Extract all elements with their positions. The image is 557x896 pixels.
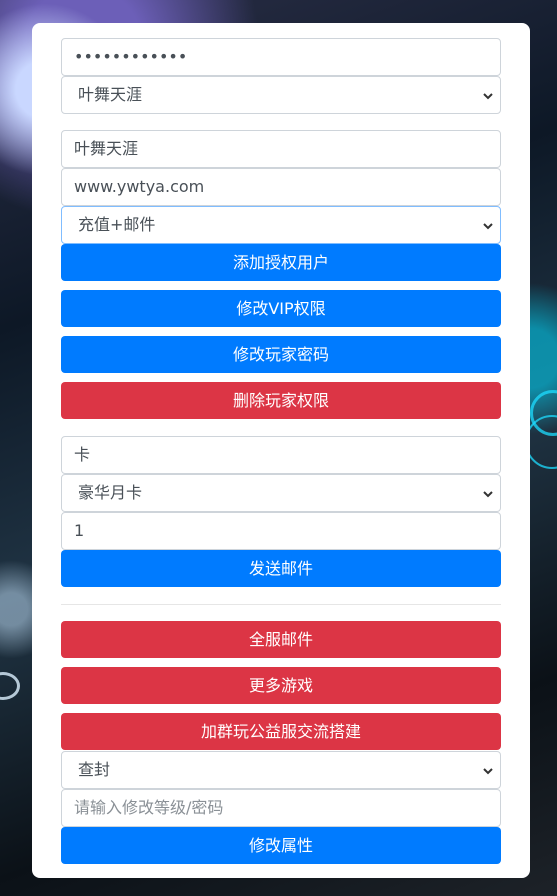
modify-vip-button[interactable]: 修改VIP权限 (61, 290, 501, 327)
action-select-value: 查封 (78, 760, 111, 779)
username-field[interactable]: 叶舞天涯 (61, 130, 501, 168)
site-field[interactable]: www.ywtya.com (61, 168, 501, 206)
item-select[interactable]: 豪华月卡 (61, 474, 501, 512)
chevron-down-icon (483, 768, 493, 775)
permission-select-value: 充值+邮件 (78, 215, 156, 234)
join-group-button[interactable]: 加群玩公益服交流搭建 (61, 713, 501, 750)
modify-attr-button[interactable]: 修改属性 (61, 827, 501, 864)
delete-permission-button[interactable]: 删除玩家权限 (61, 382, 501, 419)
item-search-field[interactable]: 卡 (61, 436, 501, 474)
server-select-value: 叶舞天涯 (78, 85, 143, 104)
password-field[interactable]: •••••••••••• (61, 38, 501, 76)
background-decoration (0, 672, 20, 700)
attr-input[interactable]: 请输入修改等级/密码 (61, 789, 501, 827)
action-select[interactable]: 查封 (61, 751, 501, 789)
chevron-down-icon (483, 223, 493, 230)
permission-select[interactable]: 充值+邮件 (61, 206, 501, 244)
modify-password-button[interactable]: 修改玩家密码 (61, 336, 501, 373)
quantity-field[interactable]: 1 (61, 512, 501, 550)
chevron-down-icon (483, 93, 493, 100)
form-card: •••••••••••• 叶舞天涯 叶舞天涯 www.ywtya.com 充值+… (32, 23, 530, 878)
chevron-down-icon (483, 491, 493, 498)
divider (61, 604, 501, 605)
add-auth-user-button[interactable]: 添加授权用户 (61, 244, 501, 281)
all-server-mail-button[interactable]: 全服邮件 (61, 621, 501, 658)
server-select[interactable]: 叶舞天涯 (61, 76, 501, 114)
more-games-button[interactable]: 更多游戏 (61, 667, 501, 704)
item-select-value: 豪华月卡 (78, 483, 143, 502)
send-mail-button[interactable]: 发送邮件 (61, 550, 501, 587)
